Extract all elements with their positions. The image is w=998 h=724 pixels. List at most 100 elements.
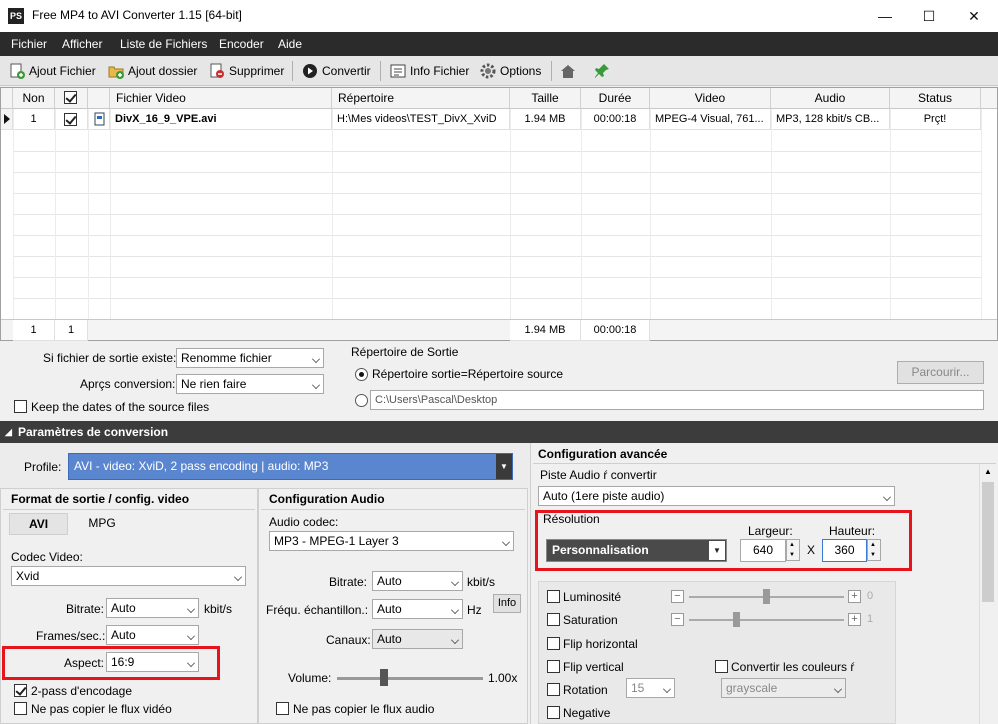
grid-vline bbox=[890, 109, 891, 319]
info-file-button[interactable]: Info Fichier bbox=[390, 63, 469, 79]
browse-button[interactable]: Parcourir... bbox=[897, 361, 984, 384]
advanced-panel-title: Configuration avancée bbox=[538, 447, 668, 461]
toolbar: Ajout Fichier Ajout dossier Supprimer Co… bbox=[0, 56, 998, 86]
volume-slider-thumb[interactable] bbox=[380, 669, 388, 686]
maximize-button[interactable]: ☐ bbox=[906, 0, 952, 32]
grid-line bbox=[13, 172, 981, 173]
menu-liste-fichiers[interactable]: Liste de Fichiers bbox=[120, 37, 207, 51]
grid-vline bbox=[55, 109, 56, 319]
fps-select[interactable]: Auto bbox=[106, 625, 199, 645]
add-folder-icon bbox=[108, 63, 124, 79]
column-header-num[interactable]: Non bbox=[13, 88, 55, 109]
saturation-slider[interactable] bbox=[689, 619, 844, 621]
resolution-value: Personnalisation bbox=[552, 543, 649, 557]
convert-colors-checkbox[interactable] bbox=[715, 660, 728, 673]
channels-select[interactable]: Auto bbox=[372, 629, 463, 649]
column-header-check[interactable] bbox=[55, 88, 88, 109]
height-input[interactable]: 360 bbox=[822, 539, 867, 562]
column-header-dir[interactable]: Répertoire bbox=[332, 88, 510, 109]
audio-track-select[interactable]: Auto (1ere piste audio) bbox=[538, 486, 895, 506]
column-header-size[interactable]: Taille bbox=[510, 88, 581, 109]
resolution-select[interactable]: Personnalisation ▼ bbox=[546, 539, 727, 562]
scroll-up-icon[interactable]: ▲ bbox=[984, 467, 992, 476]
menu-encoder[interactable]: Encoder bbox=[219, 37, 264, 51]
radio-source-dir[interactable] bbox=[355, 368, 368, 381]
add-file-button[interactable]: Ajout Fichier bbox=[9, 63, 96, 79]
after-value: Ne rien faire bbox=[181, 377, 247, 391]
grid-header-end bbox=[981, 88, 997, 109]
brightness-plus-button[interactable]: + bbox=[848, 590, 861, 603]
exists-select[interactable]: Renomme fichier bbox=[176, 348, 324, 368]
saturation-minus-button[interactable]: − bbox=[671, 613, 684, 626]
output-dir-input[interactable]: C:\Users\Pascal\Desktop bbox=[370, 390, 984, 410]
no-copy-video-checkbox[interactable] bbox=[14, 702, 27, 715]
saturation-checkbox[interactable] bbox=[547, 613, 560, 626]
home-button[interactable] bbox=[560, 63, 576, 79]
grid-line bbox=[13, 298, 981, 299]
fps-label: Frames/sec.: bbox=[36, 629, 106, 643]
play-icon bbox=[302, 63, 318, 79]
video-bitrate-select[interactable]: Auto bbox=[106, 598, 199, 618]
scrollbar-thumb[interactable] bbox=[982, 482, 994, 602]
pin-button[interactable] bbox=[594, 63, 610, 79]
column-header-file[interactable]: Fichier Video bbox=[110, 88, 332, 109]
two-pass-checkbox[interactable] bbox=[14, 684, 27, 697]
add-folder-button[interactable]: Ajout dossier bbox=[108, 63, 197, 79]
keep-dates-checkbox[interactable] bbox=[14, 400, 27, 413]
select-all-checkbox[interactable] bbox=[64, 91, 77, 104]
colors-select[interactable]: grayscale bbox=[721, 678, 846, 698]
tab-mpg[interactable]: MPG bbox=[68, 513, 136, 535]
menu-afficher[interactable]: Afficher bbox=[62, 37, 102, 51]
audio-codec-select[interactable]: MP3 - MPEG-1 Layer 3 bbox=[269, 531, 514, 551]
rotation-label: Rotation bbox=[563, 683, 608, 697]
after-select[interactable]: Ne rien faire bbox=[176, 374, 324, 394]
footer-count: 1 bbox=[13, 320, 55, 341]
brightness-minus-button[interactable]: − bbox=[671, 590, 684, 603]
toolbar-separator bbox=[380, 61, 381, 81]
negative-checkbox[interactable] bbox=[547, 706, 560, 719]
convert-button[interactable]: Convertir bbox=[302, 63, 371, 79]
delete-button[interactable]: Supprimer bbox=[209, 63, 284, 79]
saturation-slider-thumb[interactable] bbox=[733, 612, 740, 627]
hflip-checkbox[interactable] bbox=[547, 637, 560, 650]
rotation-select[interactable]: 15 bbox=[626, 678, 675, 698]
conversion-header[interactable]: ◢ Paramètres de conversion bbox=[0, 421, 998, 443]
column-header-audio[interactable]: Audio bbox=[771, 88, 890, 109]
rotation-checkbox[interactable] bbox=[547, 683, 560, 696]
close-button[interactable]: ✕ bbox=[951, 0, 997, 32]
aspect-select[interactable]: 16:9 bbox=[106, 652, 199, 672]
audio-info-button[interactable]: Info bbox=[493, 594, 521, 613]
minimize-button[interactable]: — bbox=[862, 0, 908, 32]
menu-fichier[interactable]: Fichier bbox=[11, 37, 47, 51]
options-button[interactable]: Options bbox=[480, 63, 541, 79]
menu-aide[interactable]: Aide bbox=[278, 37, 302, 51]
audio-bitrate-select[interactable]: Auto bbox=[372, 571, 463, 591]
window-title: Free MP4 to AVI Converter 1.15 [64-bit] bbox=[32, 8, 242, 22]
video-codec-select[interactable]: Xvid bbox=[11, 566, 246, 586]
audio-track-label: Piste Audio ŕ convertir bbox=[540, 468, 657, 482]
no-copy-audio-checkbox[interactable] bbox=[276, 702, 289, 715]
height-spinner[interactable] bbox=[867, 539, 881, 561]
column-header-video[interactable]: Video bbox=[650, 88, 771, 109]
exists-value: Renomme fichier bbox=[181, 351, 272, 365]
advanced-scrollbar[interactable]: ▲ bbox=[979, 464, 996, 724]
tab-avi[interactable]: AVI bbox=[9, 513, 68, 535]
grid-line bbox=[13, 193, 981, 194]
vflip-checkbox[interactable] bbox=[547, 660, 560, 673]
video-bitrate-value: Auto bbox=[111, 601, 136, 615]
freq-select[interactable]: Auto bbox=[372, 599, 463, 619]
width-input[interactable]: 640 bbox=[740, 539, 786, 562]
column-header-status[interactable]: Status bbox=[890, 88, 981, 109]
profile-select[interactable]: AVI - video: XviD, 2 pass encoding | aud… bbox=[68, 453, 513, 480]
video-bitrate-unit: kbit/s bbox=[204, 602, 233, 616]
chevron-down-icon bbox=[663, 685, 671, 693]
column-header-duration[interactable]: Durée bbox=[581, 88, 650, 109]
brightness-slider-thumb[interactable] bbox=[763, 589, 770, 604]
volume-slider-track[interactable] bbox=[337, 677, 483, 680]
saturation-label: Saturation bbox=[563, 613, 618, 627]
row-checkbox[interactable] bbox=[64, 113, 77, 126]
brightness-checkbox[interactable] bbox=[547, 590, 560, 603]
saturation-plus-button[interactable]: + bbox=[848, 613, 861, 626]
width-spinner[interactable] bbox=[786, 539, 800, 561]
radio-custom-dir[interactable] bbox=[355, 394, 368, 407]
